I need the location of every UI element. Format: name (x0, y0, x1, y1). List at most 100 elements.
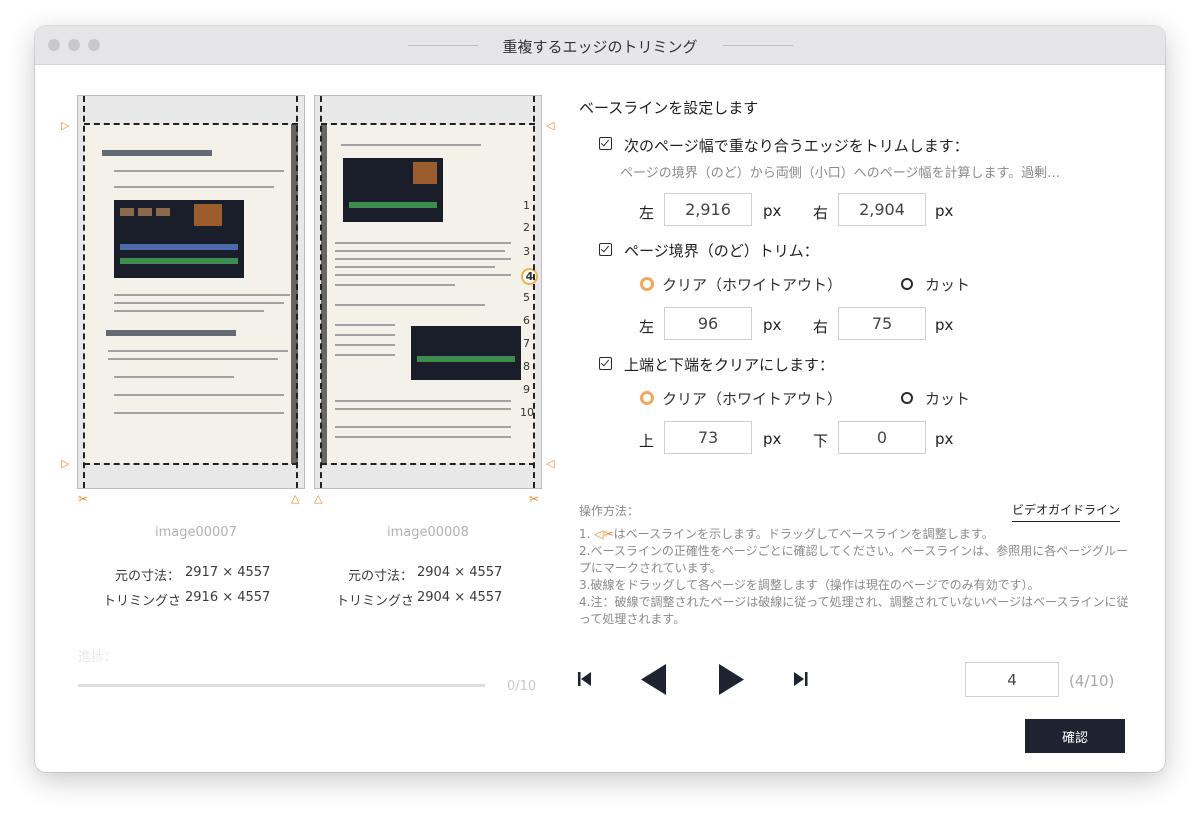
scan-text (335, 400, 511, 402)
unit-px: px (935, 430, 954, 448)
gutter-cut-radio[interactable] (901, 278, 913, 290)
gutter-left-label: 左 (639, 318, 655, 336)
trim-size-label-left: トリミングさ (103, 594, 182, 609)
orig-size-value-left: 2917 × 4557 (185, 565, 271, 580)
gutter-trim-label: ページ境界（のど）トリム： (624, 242, 819, 260)
unit-px: px (935, 316, 954, 334)
scan-text (108, 358, 278, 360)
next-arrow-icon (719, 664, 744, 695)
orig-size-label-left: 元の寸法： (115, 569, 181, 584)
margin-number: 1 (523, 199, 530, 212)
left-trim-line[interactable] (83, 96, 85, 488)
baseline-top-left-marker-icon[interactable]: ▷ (61, 120, 69, 132)
topbottom-clear-checkbox[interactable] (599, 357, 612, 370)
scan-text (335, 344, 395, 346)
video-guide-link[interactable]: ビデオガイドライン (1012, 501, 1121, 522)
scan-text (335, 284, 455, 286)
previous-arrow-icon (641, 664, 666, 695)
page-total: (4/10) (1069, 672, 1115, 690)
unit-px: px (763, 430, 782, 448)
topbottom-clear-label: 上端と下端をクリアにします： (624, 356, 835, 374)
page-preview-left[interactable] (77, 95, 305, 489)
page-preview-right[interactable]: 1 2 3 4 5 6 7 8 9 10 (314, 95, 542, 489)
scan-photo (114, 200, 244, 278)
topbottom-clear-option-label: クリア（ホワイトアウト） (662, 390, 843, 408)
gutter-right-input[interactable] (838, 307, 926, 340)
scan-text (335, 426, 511, 428)
scan-text (335, 436, 511, 438)
margin-number: 5 (523, 291, 530, 304)
margin-number: 9 (523, 383, 530, 396)
skip-first-icon (578, 672, 591, 686)
top-trim-line[interactable] (321, 123, 535, 125)
progress-label: 進捗： (78, 650, 118, 665)
margin-number-highlight: 4 (521, 268, 538, 285)
margin-number: 10 (520, 406, 534, 419)
unit-px: px (763, 202, 782, 220)
trim-size-value-right: 2904 × 4557 (417, 590, 503, 605)
page-name-right: image00008 (387, 525, 469, 540)
left-trim-line[interactable] (320, 96, 322, 488)
trim-size-value-left: 2916 × 4557 (185, 590, 271, 605)
bottom-trim-line[interactable] (321, 463, 535, 465)
scan-text (335, 258, 511, 260)
gutter-left-input[interactable] (664, 307, 752, 340)
overlap-trim-label: 次のページ幅で重なり合うエッジをトリムします： (624, 137, 969, 155)
margin-number: 8 (523, 360, 530, 373)
scan-text (114, 310, 264, 312)
scan-photo (411, 326, 521, 380)
gutter-trim-checkbox[interactable] (599, 243, 612, 256)
baseline-bottom-right-marker-icon[interactable]: ◁ (546, 458, 554, 470)
scan-text (114, 294, 290, 296)
confirm-button[interactable]: 確認 (1025, 719, 1125, 753)
page-name-left: image00007 (155, 525, 237, 540)
gutter-cut-label: カット (925, 276, 971, 294)
previous-page-button[interactable] (641, 664, 667, 698)
overlap-right-input[interactable] (838, 193, 926, 226)
page-number-input[interactable] (965, 662, 1059, 697)
instruction-text: はベースラインを示します。ドラッグしてベースラインを調整します。 (613, 527, 994, 541)
baseline-gutter-left-marker-icon[interactable]: △ (291, 493, 299, 505)
instructions-title: 操作方法： (579, 504, 640, 518)
baseline-marker-icon: ◁ (594, 527, 604, 541)
last-page-button[interactable] (794, 671, 808, 690)
top-trim-input[interactable] (664, 421, 752, 454)
overlap-trim-checkbox[interactable] (599, 137, 612, 150)
overlap-left-label: 左 (639, 204, 655, 222)
overlap-trim-description: ページの境界（のど）から両側（小口）へのページ幅を計算します。過剰… (620, 166, 1061, 181)
unit-px: px (763, 316, 782, 334)
instruction-item-3: 3.破線をドラッグして各ページを調整します（操作は現在のページでのみ有効です）。 (579, 578, 1040, 592)
top-trim-line[interactable] (84, 123, 298, 125)
first-page-button[interactable] (578, 671, 592, 690)
skip-last-icon (794, 672, 808, 686)
baseline-top-right-marker-icon[interactable]: ◁ (546, 120, 554, 132)
next-page-button[interactable] (719, 664, 745, 698)
margin-number: 2 (523, 221, 530, 234)
baseline-bottom-left-marker-icon[interactable]: ▷ (61, 458, 69, 470)
topbottom-clear-radio[interactable] (640, 391, 654, 405)
bottom-trim-input[interactable] (838, 421, 926, 454)
scissor-right-icon[interactable]: ✂ (529, 492, 539, 506)
scan-text (335, 354, 395, 356)
bottom-trim-line[interactable] (84, 463, 298, 465)
page-scan-image (321, 124, 535, 464)
overlap-left-input[interactable] (664, 193, 752, 226)
scan-text (335, 408, 511, 410)
right-trim-line[interactable] (533, 96, 535, 488)
scan-text (335, 242, 511, 244)
instruction-item-2: 2.ベースラインの正確性をページごとに確認してください。ベースラインは、参照用に… (579, 544, 1129, 575)
baseline-gutter-right-marker-icon[interactable]: △ (314, 493, 322, 505)
overlap-right-label: 右 (813, 204, 829, 222)
topbottom-cut-radio[interactable] (901, 392, 913, 404)
gutter-clear-radio[interactable] (640, 277, 654, 291)
scissor-left-icon[interactable]: ✂ (78, 492, 88, 506)
right-trim-line[interactable] (296, 96, 298, 488)
topbottom-cut-label: カット (925, 390, 971, 408)
title-bar: 重複するエッジのトリミング (35, 26, 1165, 65)
scan-text (114, 394, 284, 396)
scan-text (114, 186, 274, 188)
scan-text (335, 250, 505, 252)
instruction-item-4: 4.注：破線で調整されたページは破線に従って処理され、調整されていないページはベ… (579, 595, 1129, 626)
scan-text (114, 302, 284, 304)
top-label: 上 (639, 432, 655, 450)
